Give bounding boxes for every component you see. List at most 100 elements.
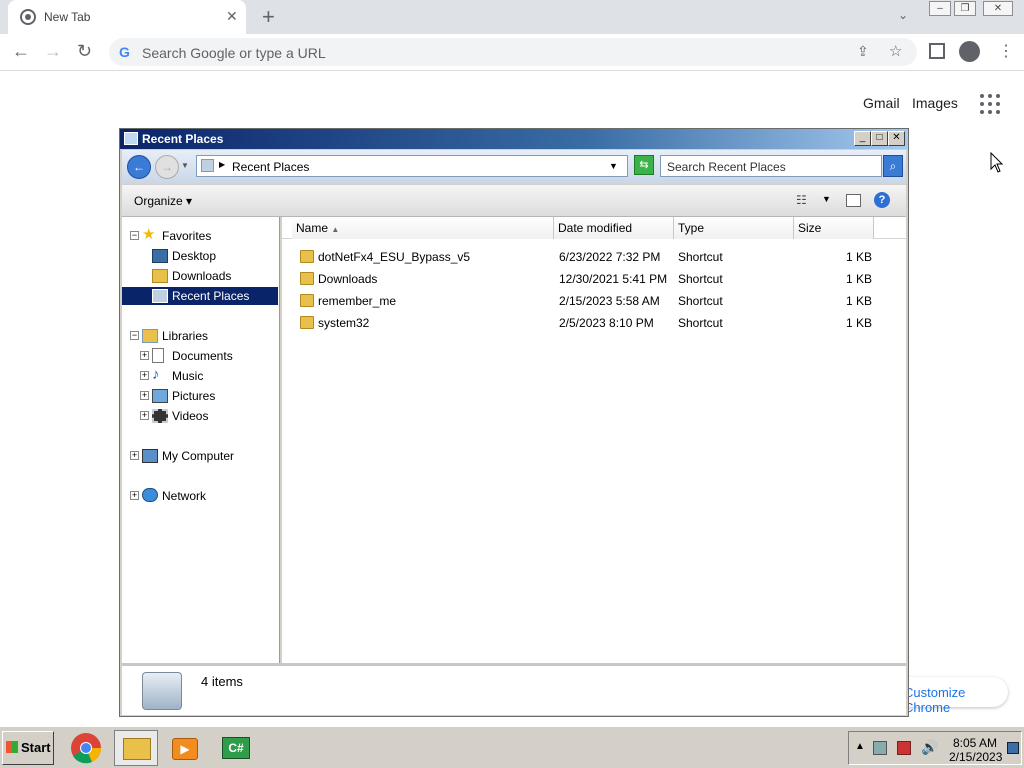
pictures-icon [152,389,168,403]
network-icon [142,488,158,502]
file-type: Shortcut [678,250,723,264]
downloads-folder-icon [300,272,314,285]
expand-icon[interactable]: + [140,391,149,400]
music-icon: ♪ [152,366,160,383]
collapse-icon[interactable]: − [130,231,139,240]
mouse-cursor-icon [990,152,1004,173]
show-desktop-icon[interactable] [1007,742,1019,754]
nav-label: Music [172,369,204,383]
new-tab-button[interactable]: + [262,4,275,30]
file-row[interactable]: system32 2/5/2023 8:10 PM Shortcut 1 KB [282,312,882,334]
volume-icon[interactable]: 🔊 [921,739,938,756]
help-icon[interactable]: ? [874,192,890,208]
downloads-folder-icon [152,269,168,283]
taskbar-chrome[interactable] [64,730,108,766]
clock-time[interactable]: 8:05 AM [953,736,997,750]
views-icon[interactable]: ☷ [796,193,807,207]
show-hidden-icons[interactable]: ▲ [855,741,865,752]
views-dropdown-icon[interactable]: ▼ [822,194,831,204]
share-icon[interactable]: ⇪ [857,43,869,60]
refresh-icon[interactable]: ⇆ [634,155,654,175]
nav-downloads[interactable]: Downloads [122,267,278,285]
back-button[interactable]: ← [127,155,151,179]
column-label: Size [798,221,822,235]
column-type[interactable]: Type [674,217,794,239]
apps-grid-icon[interactable] [979,93,1001,115]
profile-icon[interactable] [959,41,980,62]
taskbar-explorer[interactable] [114,730,158,766]
tab-title: New Tab [44,10,91,24]
star-icon: ★ [142,226,156,243]
nav-music[interactable]: + ♪ Music [122,367,278,385]
column-size[interactable]: Size [794,217,874,239]
expand-icon[interactable]: + [130,491,139,500]
folder-shortcut-icon [300,316,314,329]
file-size: 1 KB [846,272,873,286]
taskbar-csharp[interactable]: C# [214,730,258,766]
reload-icon[interactable]: ↻ [77,41,92,62]
file-row[interactable]: remember_me 2/15/2023 5:58 AM Shortcut 1… [282,290,882,312]
forward-button[interactable]: → [155,155,179,179]
omnibox[interactable]: G Search Google or type a URL ⇪ ☆ [109,38,917,66]
close-tab-icon[interactable]: ✕ [226,8,238,25]
taskbar-media-player[interactable]: ▶ [164,730,208,766]
expand-icon[interactable]: + [140,411,149,420]
breadcrumb-chevron-icon[interactable]: ▶ [219,160,225,169]
media-player-icon: ▶ [172,738,198,760]
network-tray-icon[interactable] [873,741,887,755]
title-bar[interactable]: Recent Places _ □ ✕ [120,129,908,149]
search-icon[interactable]: ⌕ [883,155,903,177]
chevron-down-icon[interactable]: ⌄ [898,8,908,22]
preview-pane-icon[interactable] [846,194,861,207]
close-browser-button[interactable]: ✕ [983,1,1013,16]
minimize-button[interactable]: _ [854,131,871,146]
customize-chrome-label: Customize Chrome [904,685,966,715]
expand-icon[interactable]: + [140,371,149,380]
file-row[interactable]: dotNetFx4_ESU_Bypass_v5 6/23/2022 7:32 P… [282,246,882,268]
clock-date[interactable]: 2/15/2023 [949,750,1002,764]
maximize-button[interactable]: □ [871,131,888,146]
address-bar[interactable]: ▶ Recent Places ▼ [196,155,628,177]
forward-icon[interactable]: → [44,41,62,62]
recent-places-large-icon [142,672,182,710]
nav-libraries[interactable]: − Libraries [122,327,278,345]
nav-network[interactable]: + Network [122,487,278,505]
nav-videos[interactable]: + Videos [122,407,278,425]
collapse-icon[interactable]: − [130,331,139,340]
star-icon[interactable]: ☆ [889,42,902,60]
minimize-browser-button[interactable]: – [929,1,951,16]
organize-label: Organize [134,194,183,208]
nav-label: Libraries [162,329,209,343]
nav-desktop[interactable]: Desktop [122,247,278,265]
nav-documents[interactable]: + Documents [122,347,278,365]
images-link[interactable]: Images [912,95,958,111]
nav-label: Documents [172,349,233,363]
nav-pictures[interactable]: + Pictures [122,387,278,405]
column-date-modified[interactable]: Date modified [554,217,674,239]
address-dropdown-icon[interactable]: ▼ [609,161,618,171]
search-placeholder: Search Recent Places [667,160,786,174]
file-size: 1 KB [846,294,873,308]
expand-icon[interactable]: + [140,351,149,360]
nav-my-computer[interactable]: + My Computer [122,447,278,465]
start-button[interactable]: Start [2,731,54,765]
side-panel-icon[interactable] [929,43,945,59]
menu-icon[interactable]: ⋮ [998,41,1014,61]
search-input[interactable]: Search Recent Places [660,155,882,177]
restore-browser-button[interactable]: ❐ [954,1,976,16]
gmail-link[interactable]: Gmail [863,95,900,111]
security-warning-icon[interactable] [897,741,911,755]
libraries-icon [142,329,158,343]
tab-new-tab[interactable]: New Tab ✕ [8,0,246,34]
close-button[interactable]: ✕ [888,131,905,146]
file-date: 12/30/2021 5:41 PM [559,272,668,286]
omnibox-placeholder: Search Google or type a URL [142,45,326,61]
back-icon[interactable]: ← [12,41,30,62]
file-row[interactable]: Downloads 12/30/2021 5:41 PM Shortcut 1 … [282,268,882,290]
organize-button[interactable]: Organize ▾ [134,194,192,208]
history-chevron-icon[interactable]: ▼ [181,161,189,170]
nav-favorites[interactable]: − ★ Favorites [122,227,278,245]
expand-icon[interactable]: + [130,451,139,460]
column-name[interactable]: Name ▲ [292,217,554,239]
nav-recent-places[interactable]: Recent Places [122,287,278,305]
